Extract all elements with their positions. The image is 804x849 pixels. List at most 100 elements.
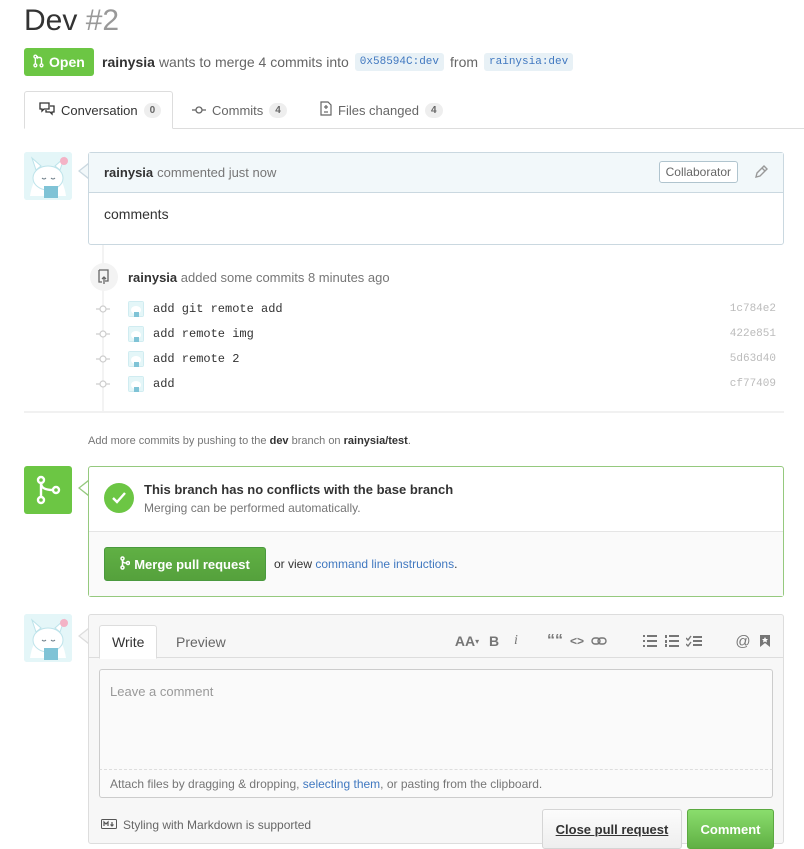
comment-textarea[interactable]: Leave a comment — [99, 669, 773, 769]
page-title: Dev #2 — [24, 3, 119, 39]
pencil-icon[interactable] — [753, 164, 769, 180]
from-text: from — [450, 54, 479, 70]
diff-icon — [320, 101, 332, 119]
pr-title-text: Dev — [24, 4, 78, 37]
push-hint-branch: dev — [269, 435, 289, 447]
commit-avatar — [128, 301, 144, 317]
push-hint-repo[interactable]: rainysia/test — [344, 435, 408, 447]
commit-message[interactable]: add remote img — [153, 327, 730, 341]
state-badge: Open — [24, 48, 94, 76]
text-format-toolbar: AA ▾ B i — [451, 632, 527, 650]
tab-counter: 4 — [424, 102, 443, 118]
unordered-list-icon[interactable] — [641, 632, 659, 650]
attach-suffix: , or pasting from the clipboard. — [380, 777, 543, 791]
merge-status: This branch has no conflicts with the ba… — [89, 467, 783, 532]
commit-avatar — [128, 351, 144, 367]
author-link[interactable]: rainysia — [102, 54, 155, 70]
push-hint: Add more commits by pushing to the dev b… — [88, 435, 411, 447]
merge-actions: Merge pull request or view command line … — [89, 532, 783, 596]
git-commit-icon — [96, 302, 110, 316]
commit-row: add remote img 422e851 — [96, 325, 776, 343]
commits-author[interactable]: rainysia — [128, 270, 177, 285]
commit-sha[interactable]: 5d63d40 — [730, 353, 776, 365]
link-icon[interactable] — [590, 632, 608, 650]
close-pull-request-button[interactable]: Close pull request — [542, 809, 682, 849]
file-attach-bar[interactable]: Attach files by dragging & dropping, sel… — [99, 769, 773, 798]
commit-row: add remote 2 5d63d40 — [96, 350, 776, 368]
merge-alt-suffix: . — [454, 557, 458, 571]
ordered-list-icon[interactable] — [663, 632, 681, 650]
list-toolbar — [639, 632, 705, 650]
merge-heading: This branch has no conflicts with the ba… — [144, 482, 454, 497]
select-files-link[interactable]: selecting them — [303, 777, 380, 791]
pr-tabs: Conversation 0 Commits 4 Files changed 4 — [0, 91, 804, 129]
avatar[interactable] — [24, 614, 72, 662]
git-merge-icon — [24, 466, 72, 514]
merge-alt-prefix: or view — [274, 557, 313, 571]
markdown-note[interactable]: Styling with Markdown is supported — [101, 818, 311, 832]
insert-toolbar: ““ <> — [544, 632, 610, 650]
tab-preview[interactable]: Preview — [164, 625, 238, 659]
tab-commits[interactable]: Commits 4 — [192, 91, 287, 129]
commit-sha[interactable]: cf77409 — [730, 378, 776, 390]
quote-icon[interactable]: ““ — [546, 632, 564, 650]
merge-text: wants to merge 4 commits into — [158, 54, 349, 70]
task-list-icon[interactable] — [685, 632, 703, 650]
git-commit-icon — [96, 352, 110, 366]
commit-sha[interactable]: 422e851 — [730, 328, 776, 340]
push-hint-suffix: . — [407, 435, 411, 447]
collaborator-badge: Collaborator — [658, 161, 738, 183]
markdown-icon — [101, 818, 117, 832]
commits-text: added some commits 8 minutes ago — [180, 270, 390, 285]
code-icon[interactable]: <> — [568, 632, 586, 650]
tab-files-changed[interactable]: Files changed 4 — [320, 91, 443, 129]
pull-request-icon — [32, 54, 44, 71]
tab-counter: 0 — [143, 102, 162, 118]
mention-icon[interactable]: @ — [734, 632, 752, 650]
avatar[interactable] — [24, 152, 72, 200]
commit-avatar — [128, 326, 144, 342]
comment-author[interactable]: rainysia — [104, 165, 153, 180]
tab-label: Conversation — [61, 102, 138, 118]
merge-button-label: Merge pull request — [134, 556, 250, 572]
italic-icon[interactable]: i — [507, 632, 525, 650]
extra-toolbar: @ — [732, 632, 776, 650]
comment-box: rainysia commented just now Collaborator… — [88, 152, 784, 245]
push-hint-prefix: Add more commits by pushing to the — [88, 435, 267, 447]
comment-header: rainysia commented just now Collaborator — [89, 153, 783, 193]
header-icon[interactable]: AA ▾ — [453, 632, 481, 650]
commit-message[interactable]: add git remote add — [153, 302, 730, 316]
git-commit-icon — [192, 103, 206, 118]
commit-row: add cf77409 — [96, 375, 776, 393]
commit-sha[interactable]: 1c784e2 — [730, 303, 776, 315]
tab-label: Commits — [212, 102, 264, 118]
pr-number: #2 — [85, 4, 120, 37]
commit-message[interactable]: add remote 2 — [153, 352, 730, 366]
git-merge-icon — [120, 555, 131, 573]
commit-avatar — [128, 376, 144, 392]
comment-body: comments — [104, 206, 169, 222]
head-branch[interactable]: rainysia:dev — [484, 53, 574, 71]
tab-conversation[interactable]: Conversation 0 — [24, 91, 173, 129]
command-line-link[interactable]: command line instructions — [315, 557, 454, 571]
saved-reply-icon[interactable] — [756, 632, 774, 650]
commit-row: add git remote add 1c784e2 — [96, 300, 776, 318]
header-label: AA — [454, 633, 476, 649]
commit-message[interactable]: add — [153, 377, 730, 391]
comment-action: commented just now — [157, 165, 277, 180]
new-comment-form: Write Preview AA ▾ B i ““ <> @ Leave a c… — [88, 614, 784, 849]
git-commit-icon — [96, 377, 110, 391]
bold-icon[interactable]: B — [485, 632, 503, 650]
git-commit-icon — [96, 327, 110, 341]
check-icon — [104, 483, 134, 513]
base-branch[interactable]: 0x58594C:dev — [354, 53, 445, 71]
state-label: Open — [49, 54, 85, 70]
tab-write[interactable]: Write — [99, 625, 158, 659]
merge-pull-request-button[interactable]: Merge pull request — [104, 547, 266, 581]
merge-box: This branch has no conflicts with the ba… — [88, 466, 784, 597]
repo-push-icon — [90, 263, 118, 291]
write-tabs: Write Preview AA ▾ B i ““ <> @ — [89, 615, 783, 659]
tab-counter: 4 — [269, 102, 287, 118]
timeline-divider — [24, 411, 784, 413]
comment-button[interactable]: Comment — [687, 809, 774, 849]
